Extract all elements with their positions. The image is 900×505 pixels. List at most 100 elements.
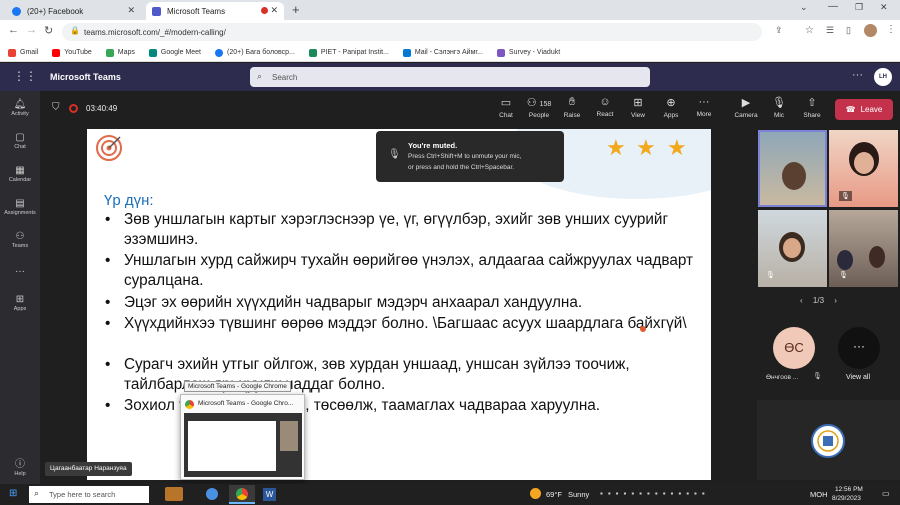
close-icon[interactable]: ✕ — [270, 5, 278, 16]
toast-line: or press and hold the Ctrl+Spacebar. — [408, 164, 515, 171]
bookmark-mail[interactable]: Mail - Сэлэнгэ Аймг... — [402, 48, 483, 57]
apps-button[interactable]: ⊕ Apps — [656, 96, 686, 119]
system-tray-icons[interactable]: ▪▪▪▪▪▪▪▪▪▪▪▪▪▪ — [600, 489, 710, 498]
tab-search-icon[interactable]: ⌄ — [800, 2, 808, 13]
lock-icon: 🔒 — [70, 26, 80, 35]
minimize-button[interactable]: — — [828, 1, 838, 12]
more-button[interactable]: ··· More — [689, 96, 719, 118]
teams-people-icon: ⚇ — [15, 231, 25, 242]
view-all-label: View all — [846, 374, 870, 381]
taskbar-search-input[interactable]: ⌕ Type here to search — [29, 486, 149, 503]
laser-pointer-dot — [640, 326, 646, 332]
mic-off-icon: 🎙︎ — [813, 373, 822, 380]
close-window-button[interactable]: ✕ — [880, 2, 888, 13]
reload-icon[interactable]: ↻ — [44, 24, 53, 37]
language-indicator[interactable]: МОН — [810, 490, 828, 499]
briefcase-icon[interactable] — [165, 487, 183, 501]
participant-video-tile[interactable]: 🎙︎ — [829, 130, 898, 207]
mic-off-icon: 🎙︎ — [388, 149, 401, 160]
muted-toast: 🎙︎ You're muted. Press Ctrl+Shift+M to u… — [376, 131, 564, 182]
school-logo — [811, 424, 845, 458]
extensions-icon[interactable]: ☰ — [826, 25, 834, 36]
gallery-pager: ‹ 1/3 › — [800, 296, 837, 305]
react-button[interactable]: ☺ React — [590, 96, 620, 118]
mic-button[interactable]: 🎙︎ Mic — [764, 96, 794, 119]
star-icon: ★ — [667, 135, 687, 160]
participant-face — [783, 238, 801, 258]
forward-icon[interactable]: → — [26, 24, 37, 36]
browser-tab-bar: (20+) Facebook ✕ Microsoft Teams ✕ + ⌄ —… — [0, 0, 900, 20]
participant-video-tile[interactable] — [758, 130, 827, 207]
raise-hand-button[interactable]: ✋︎ Raise — [557, 96, 587, 119]
back-icon[interactable]: ← — [8, 24, 19, 36]
participant-video-tile[interactable]: 🎙︎ — [758, 210, 827, 287]
chevron-left-icon[interactable]: ‹ — [800, 296, 803, 305]
people-icon: ⚇ 158 — [526, 97, 552, 109]
participant-video-tile[interactable]: 🎙︎ — [829, 210, 898, 287]
slide-bullet: • Хүүхдийнхээ түвшинг өөрөө мэддэг болно.… — [105, 315, 687, 332]
view-button[interactable]: ⊞ View — [623, 96, 653, 119]
rail-item-assignments[interactable]: ▤ Assignments — [0, 198, 40, 216]
rail-item-help[interactable]: ⓘ Help — [0, 455, 40, 477]
chat-icon: ▢ — [15, 132, 25, 143]
sidebar-icon[interactable]: ▯ — [846, 25, 851, 36]
mic-off-icon: 🎙︎ — [772, 97, 786, 109]
window-preview-popup[interactable]: Microsoft Teams - Google Chro... — [180, 394, 305, 480]
edge-icon[interactable] — [206, 488, 218, 500]
shield-icon: ⛉ — [52, 102, 60, 113]
rail-item-activity[interactable]: 🔔︎ Activity — [0, 99, 40, 117]
bookmark-star-icon[interactable]: ☆ — [805, 25, 814, 36]
tab-facebook[interactable]: (20+) Facebook ✕ — [6, 2, 141, 20]
share-button[interactable]: ⇧ Share — [797, 96, 827, 119]
hand-icon: ✋︎ — [568, 96, 576, 108]
share-icon[interactable]: ⇪ — [775, 25, 783, 36]
search-input[interactable]: ⌕ Search — [250, 67, 650, 87]
bookmark-youtube[interactable]: YouTube — [52, 48, 92, 57]
people-button[interactable]: ⚇ 158 People — [524, 96, 554, 119]
leave-button[interactable]: ☎︎ Leave — [835, 99, 893, 120]
windows-taskbar: ⊞ ⌕ Type here to search W 69°F Sunny ▪▪▪… — [0, 484, 900, 505]
new-tab-button[interactable]: + — [292, 2, 300, 17]
tab-teams[interactable]: Microsoft Teams ✕ — [146, 2, 284, 20]
weather-desc: Sunny — [568, 490, 590, 499]
app-title: Microsoft Teams — [50, 72, 121, 82]
tab-label: Microsoft Teams — [167, 6, 226, 16]
rail-item-chat[interactable]: ▢ Chat — [0, 132, 40, 150]
word-icon[interactable]: W — [263, 488, 276, 501]
bookmark-meet[interactable]: Google Meet — [148, 48, 201, 57]
bookmark-survey[interactable]: Survey - Viadukt — [496, 48, 560, 57]
participant-avatar[interactable]: ӨС — [773, 327, 815, 369]
bookmark-maps[interactable]: Maps — [105, 48, 135, 57]
close-icon[interactable]: ✕ — [127, 5, 135, 16]
rail-item-calendar[interactable]: ▦ Calendar — [0, 165, 40, 183]
app-launcher-icon[interactable]: ⋮⋮ — [13, 69, 37, 83]
camera-button[interactable]: ▶︎ Camera — [731, 96, 761, 119]
bookmark-facebook[interactable]: (20+) Бага боловср... — [215, 48, 295, 57]
windows-start-icon[interactable]: ⊞ — [9, 488, 17, 499]
participant-figure — [782, 162, 806, 190]
more-options-icon[interactable]: ··· — [852, 69, 863, 81]
clock-date[interactable]: 8/29/2023 — [832, 495, 861, 502]
rail-item-apps[interactable]: ⊞ Apps — [0, 294, 40, 312]
bookmark-piet[interactable]: PIET - Panipat Instit... — [308, 48, 389, 57]
chevron-right-icon[interactable]: › — [834, 296, 837, 305]
participant-figure — [869, 246, 885, 268]
maximize-button[interactable]: ❐ — [855, 2, 863, 13]
notification-icon[interactable]: ▭ — [882, 489, 890, 498]
star-icon: ★ — [636, 135, 656, 160]
rail-item-teams[interactable]: ⚇ Teams — [0, 231, 40, 249]
user-avatar[interactable]: LH — [874, 68, 892, 86]
chat-button[interactable]: ▭ Chat — [491, 96, 521, 119]
rail-more-icon[interactable]: ··· — [0, 266, 40, 277]
search-placeholder: Search — [272, 72, 298, 82]
profile-avatar[interactable] — [864, 24, 877, 37]
bookmark-gmail[interactable]: Gmail — [8, 48, 38, 57]
taskbar-chrome-button[interactable] — [229, 485, 255, 504]
assignments-icon: ▤ — [15, 198, 25, 209]
menu-icon[interactable]: ⋮ — [886, 24, 896, 35]
url-bar[interactable]: 🔒 teams.microsoft.com/_#/modern-calling/ — [62, 23, 762, 41]
sun-icon — [530, 488, 541, 499]
view-all-button[interactable]: ··· — [838, 327, 880, 369]
camera-off-icon: ▶︎ — [741, 97, 751, 109]
clock-time[interactable]: 12:56 PM — [835, 486, 863, 493]
